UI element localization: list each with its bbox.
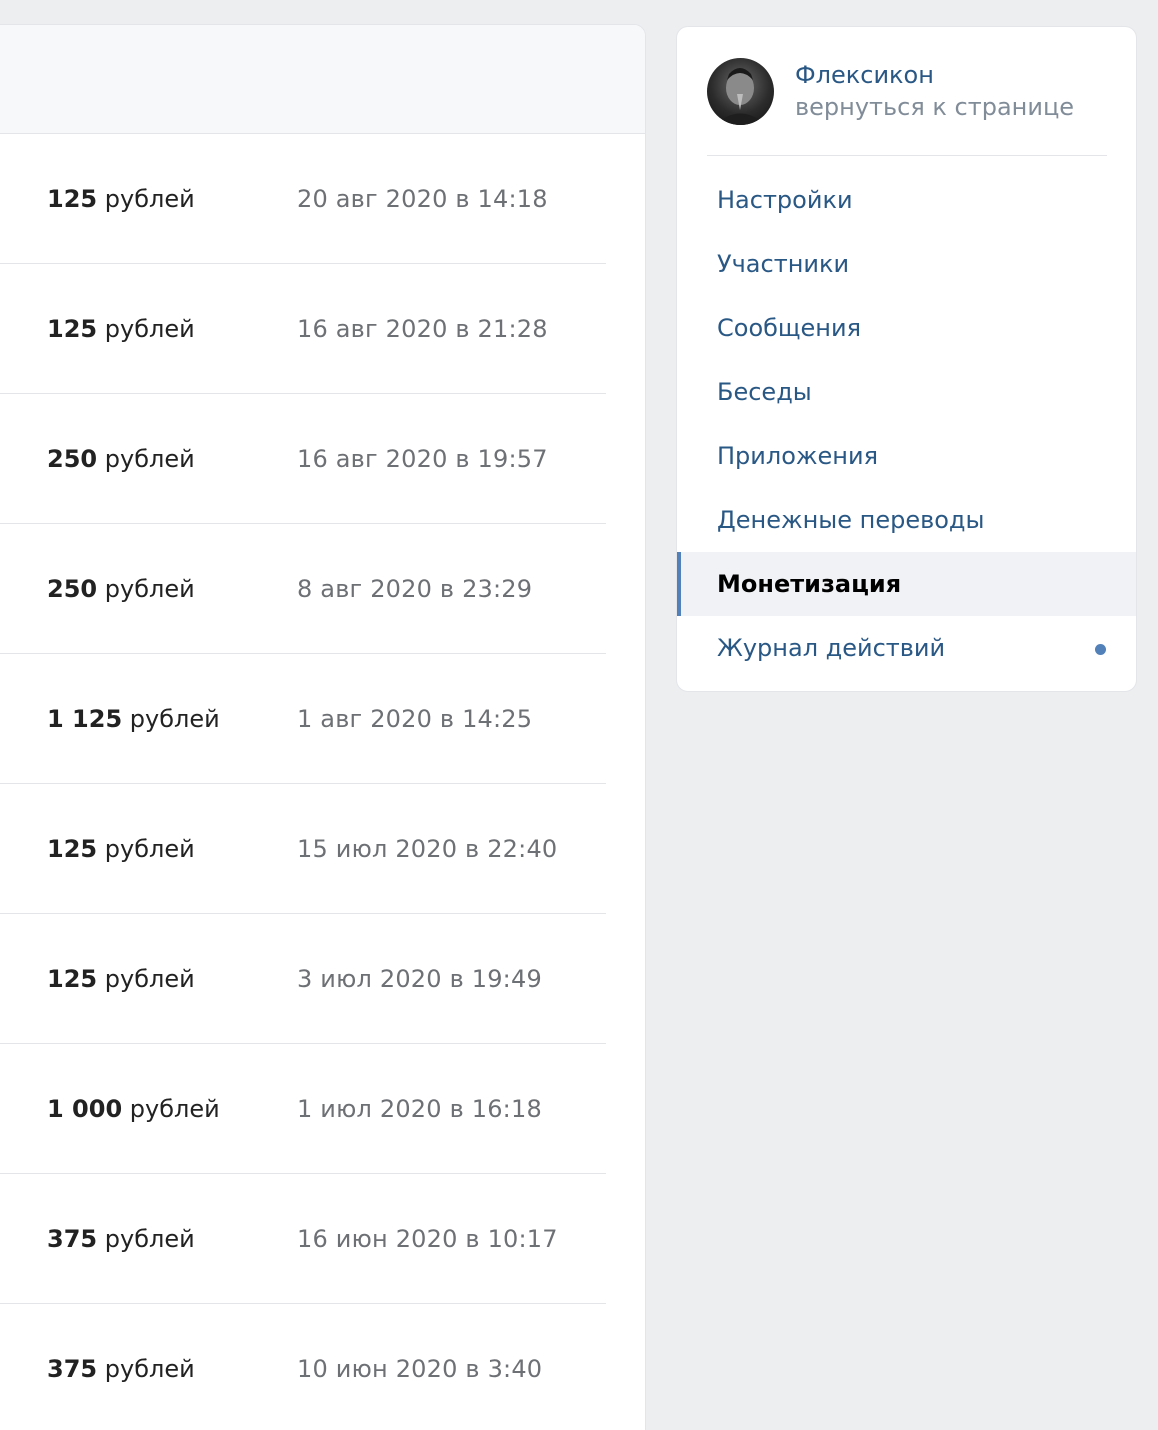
amount-currency: рублей — [104, 964, 195, 993]
panel-header — [0, 25, 645, 134]
payout-date: 8 авг 2020 в 23:29 — [297, 574, 533, 603]
payout-date: 10 июн 2020 в 3:40 — [297, 1355, 543, 1383]
payout-row: 125 рублей 16 авг 2020 в 21:28 — [0, 264, 606, 394]
amount-value: 1 000 — [47, 1094, 123, 1123]
amount-currency: рублей — [104, 1355, 195, 1383]
payout-amount: 125 рублей — [47, 315, 195, 343]
payout-row: 125 рублей 20 авг 2020 в 14:18 — [0, 134, 606, 264]
avatar-photo-icon — [715, 68, 766, 125]
menu-item-monetization[interactable]: Монетизация — [677, 552, 1136, 616]
back-to-page-link[interactable]: вернуться к странице — [795, 93, 1074, 121]
payouts-panel: 125 рублей 20 авг 2020 в 14:18 125 рубле… — [0, 24, 646, 1430]
page: 125 рублей 20 авг 2020 в 14:18 125 рубле… — [0, 0, 1158, 1430]
payout-amount: 125 рублей — [47, 965, 195, 993]
amount-currency: рублей — [104, 574, 195, 603]
payout-date: 1 авг 2020 в 14:25 — [297, 704, 533, 733]
payout-row: 125 рублей 15 июл 2020 в 22:40 — [0, 784, 606, 914]
payout-row: 375 рублей 10 июн 2020 в 3:40 — [0, 1304, 606, 1430]
amount-value: 375 — [47, 1224, 98, 1253]
amount-value: 125 — [47, 834, 98, 863]
amount-value: 125 — [47, 964, 98, 993]
amount-currency: рублей — [104, 1224, 195, 1253]
community-header[interactable]: Флексикон вернуться к странице — [677, 27, 1136, 157]
payout-date: 20 авг 2020 в 14:18 — [297, 184, 548, 213]
payout-amount: 1 000 рублей — [47, 1095, 220, 1123]
payout-amount: 125 рублей — [47, 185, 195, 213]
payout-amount: 375 рублей — [47, 1355, 195, 1383]
unread-dot-icon — [1095, 644, 1106, 655]
amount-currency: рублей — [104, 184, 195, 213]
menu-item-action-log[interactable]: Журнал действий — [677, 616, 1136, 680]
payout-amount: 125 рублей — [47, 835, 195, 863]
menu-item-messages[interactable]: Сообщения — [677, 296, 1136, 360]
payout-date: 16 июн 2020 в 10:17 — [297, 1224, 558, 1253]
amount-value: 1 125 — [47, 704, 123, 733]
payout-row: 1 000 рублей 1 июл 2020 в 16:18 — [0, 1044, 606, 1174]
payout-amount: 250 рублей — [47, 445, 195, 473]
community-avatar[interactable] — [707, 58, 774, 125]
amount-value: 250 — [47, 444, 98, 473]
menu-item-chats[interactable]: Беседы — [677, 360, 1136, 424]
community-sidebar: Флексикон вернуться к странице Настройки… — [676, 26, 1137, 692]
amount-currency: рублей — [104, 444, 195, 473]
payout-date: 15 июл 2020 в 22:40 — [297, 834, 558, 863]
amount-value: 125 — [47, 184, 98, 213]
settings-menu: Настройки Участники Сообщения Беседы При… — [677, 168, 1136, 680]
payout-date: 1 июл 2020 в 16:18 — [297, 1094, 542, 1123]
payout-row: 375 рублей 16 июн 2020 в 10:17 — [0, 1174, 606, 1304]
amount-currency: рублей — [129, 1094, 220, 1123]
payout-row: 250 рублей 16 авг 2020 в 19:57 — [0, 394, 606, 524]
menu-item-apps[interactable]: Приложения — [677, 424, 1136, 488]
payout-row: 250 рублей 8 авг 2020 в 23:29 — [0, 524, 606, 654]
payout-row: 125 рублей 3 июл 2020 в 19:49 — [0, 914, 606, 1044]
payout-date: 16 авг 2020 в 19:57 — [297, 444, 548, 473]
payout-row: 1 125 рублей 1 авг 2020 в 14:25 — [0, 654, 606, 784]
menu-item-members[interactable]: Участники — [677, 232, 1136, 296]
amount-value: 375 — [47, 1355, 98, 1383]
amount-value: 125 — [47, 314, 98, 343]
community-name[interactable]: Флексикон — [795, 61, 934, 89]
payout-amount: 1 125 рублей — [47, 705, 220, 733]
menu-item-money-transfers[interactable]: Денежные переводы — [677, 488, 1136, 552]
amount-currency: рублей — [104, 834, 195, 863]
payout-date: 16 авг 2020 в 21:28 — [297, 314, 548, 343]
amount-value: 250 — [47, 574, 98, 603]
menu-item-label: Журнал действий — [717, 634, 946, 662]
amount-currency: рублей — [129, 704, 220, 733]
payout-amount: 375 рублей — [47, 1225, 195, 1253]
amount-currency: рублей — [104, 314, 195, 343]
payout-amount: 250 рублей — [47, 575, 195, 603]
menu-item-settings[interactable]: Настройки — [677, 168, 1136, 232]
divider — [707, 155, 1107, 156]
payout-date: 3 июл 2020 в 19:49 — [297, 964, 542, 993]
payouts-list: 125 рублей 20 авг 2020 в 14:18 125 рубле… — [0, 134, 645, 1430]
